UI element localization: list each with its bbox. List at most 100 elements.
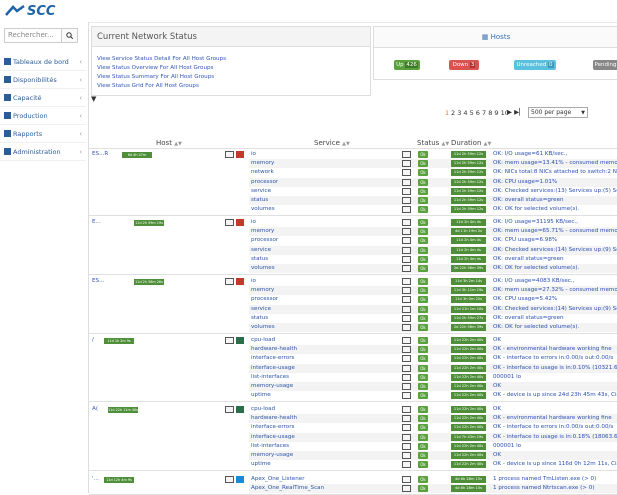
sidebar-item-reports[interactable]: Rapports ‹ [0,125,86,143]
sidebar-item-dashboards[interactable]: Tableaux de bord ‹ [0,53,86,71]
service-name[interactable]: io [251,277,256,286]
graph-icon[interactable] [402,237,411,245]
graph-icon[interactable] [402,160,411,168]
service-name[interactable]: uptime [251,460,271,469]
graph-icon[interactable] [402,433,411,441]
table-row[interactable] [249,295,617,305]
service-name[interactable]: interface-usage [251,364,295,373]
col-header-status[interactable]: Status ▲▼ [417,139,449,147]
sidebar-item-production[interactable]: Production ‹ [0,107,86,125]
service-name[interactable]: service [251,305,271,314]
graph-icon[interactable] [402,383,411,390]
graph-icon[interactable] [402,424,411,432]
graph-icon[interactable] [402,314,411,322]
graph-icon[interactable] [225,151,234,158]
col-header-host[interactable]: Host ▲▼ [156,139,182,147]
graph-icon[interactable] [402,206,411,214]
service-name[interactable]: io [251,150,256,159]
graph-icon[interactable] [402,364,411,372]
per-page-select[interactable]: 500 per page ▼ [528,107,588,118]
service-name[interactable]: service [251,246,271,255]
service-name[interactable]: io [251,218,256,227]
hosts-pending-badge[interactable]: Pending [593,60,617,70]
service-name[interactable]: interface-errors [251,423,294,432]
graph-icon[interactable] [402,151,411,158]
graph-icon[interactable] [402,169,411,177]
link-status-grid[interactable]: View Status Grid For All Host Groups [97,83,199,89]
service-name[interactable]: uptime [251,391,271,400]
graph-icon[interactable] [402,392,411,400]
graph-icon[interactable] [402,485,411,493]
graph-icon[interactable] [402,278,411,285]
graph-icon[interactable] [402,442,411,450]
service-name[interactable]: processor [251,295,278,304]
service-name[interactable]: volumes [251,264,275,273]
service-name[interactable]: cpu-load [251,405,275,414]
graph-icon[interactable] [402,324,411,331]
col-header-duration[interactable]: Duration ▲▼ [451,139,491,147]
service-name[interactable]: Apex_One_Listener [251,475,305,484]
service-name[interactable]: memory-usage [251,382,293,391]
service-name[interactable]: cpu-load [251,336,275,345]
page-links[interactable]: 2 3 4 5 6 7 8 9 10 [451,109,509,117]
graph-icon[interactable] [402,415,411,423]
service-name[interactable]: list-interfaces [251,373,289,382]
host-name[interactable]: / [92,337,94,343]
service-name[interactable]: memory [251,227,274,236]
graph-icon[interactable] [402,296,411,304]
graph-icon[interactable] [402,355,411,363]
service-name[interactable]: processor [251,236,278,245]
page-current[interactable]: 1 [445,109,449,117]
service-name[interactable]: status [251,255,268,264]
table-row[interactable] [249,405,617,414]
graph-icon[interactable] [402,406,411,413]
hosts-up-badge[interactable]: Up 426 [394,60,420,70]
service-name[interactable]: memory-usage [251,451,293,460]
graph-icon[interactable] [402,219,411,226]
host-name[interactable]: ES... [92,278,104,284]
service-name[interactable]: hardware-health [251,414,297,423]
graph-icon[interactable] [402,373,411,381]
service-name[interactable]: volumes [251,205,275,214]
host-name[interactable]: A( [92,406,98,412]
table-row[interactable] [249,372,617,382]
sidebar-item-availability[interactable]: Disponibilités ‹ [0,71,86,89]
graph-icon[interactable] [402,265,411,272]
graph-icon[interactable] [402,337,411,344]
service-name[interactable]: service [251,187,271,196]
service-name[interactable]: status [251,196,268,205]
graph-icon[interactable] [225,278,234,285]
graph-icon[interactable] [402,187,411,195]
service-name[interactable]: volumes [251,323,275,332]
service-name[interactable]: memory [251,286,274,295]
sidebar-item-administration[interactable]: Administration ‹ [0,143,86,161]
graph-icon[interactable] [402,305,411,313]
service-name[interactable]: Apex_One_RealTime_Scan [251,484,324,493]
host-name[interactable]: ES...R [92,151,108,157]
graph-icon[interactable] [225,476,234,483]
collapse-arrow-icon[interactable]: ▼ [91,95,96,103]
graph-icon[interactable] [402,461,411,469]
host-name[interactable]: E... [92,219,101,225]
table-row[interactable] [249,451,617,460]
graph-icon[interactable] [402,228,411,236]
service-name[interactable]: memory [251,159,274,168]
table-row[interactable] [249,336,617,345]
link-service-status-detail[interactable]: View Service Status Detail For All Host … [97,56,226,62]
service-name[interactable]: list-interfaces [251,442,289,451]
graph-icon[interactable] [402,476,411,483]
table-row[interactable] [249,177,617,187]
graph-icon[interactable] [402,178,411,186]
link-status-summary[interactable]: View Status Summary For All Host Groups [97,74,214,80]
table-row[interactable] [249,382,617,391]
graph-icon[interactable] [402,346,411,354]
service-name[interactable]: hardware-health [251,345,297,354]
link-status-overview[interactable]: View Status Overview For All Host Groups [97,65,213,71]
graph-icon[interactable] [402,287,411,295]
logo[interactable]: SCC [27,4,55,19]
service-name[interactable]: status [251,314,268,323]
graph-icon[interactable] [402,452,411,459]
service-name[interactable]: interface-errors [251,354,294,363]
search-button[interactable] [61,28,78,43]
graph-icon[interactable] [225,406,234,413]
